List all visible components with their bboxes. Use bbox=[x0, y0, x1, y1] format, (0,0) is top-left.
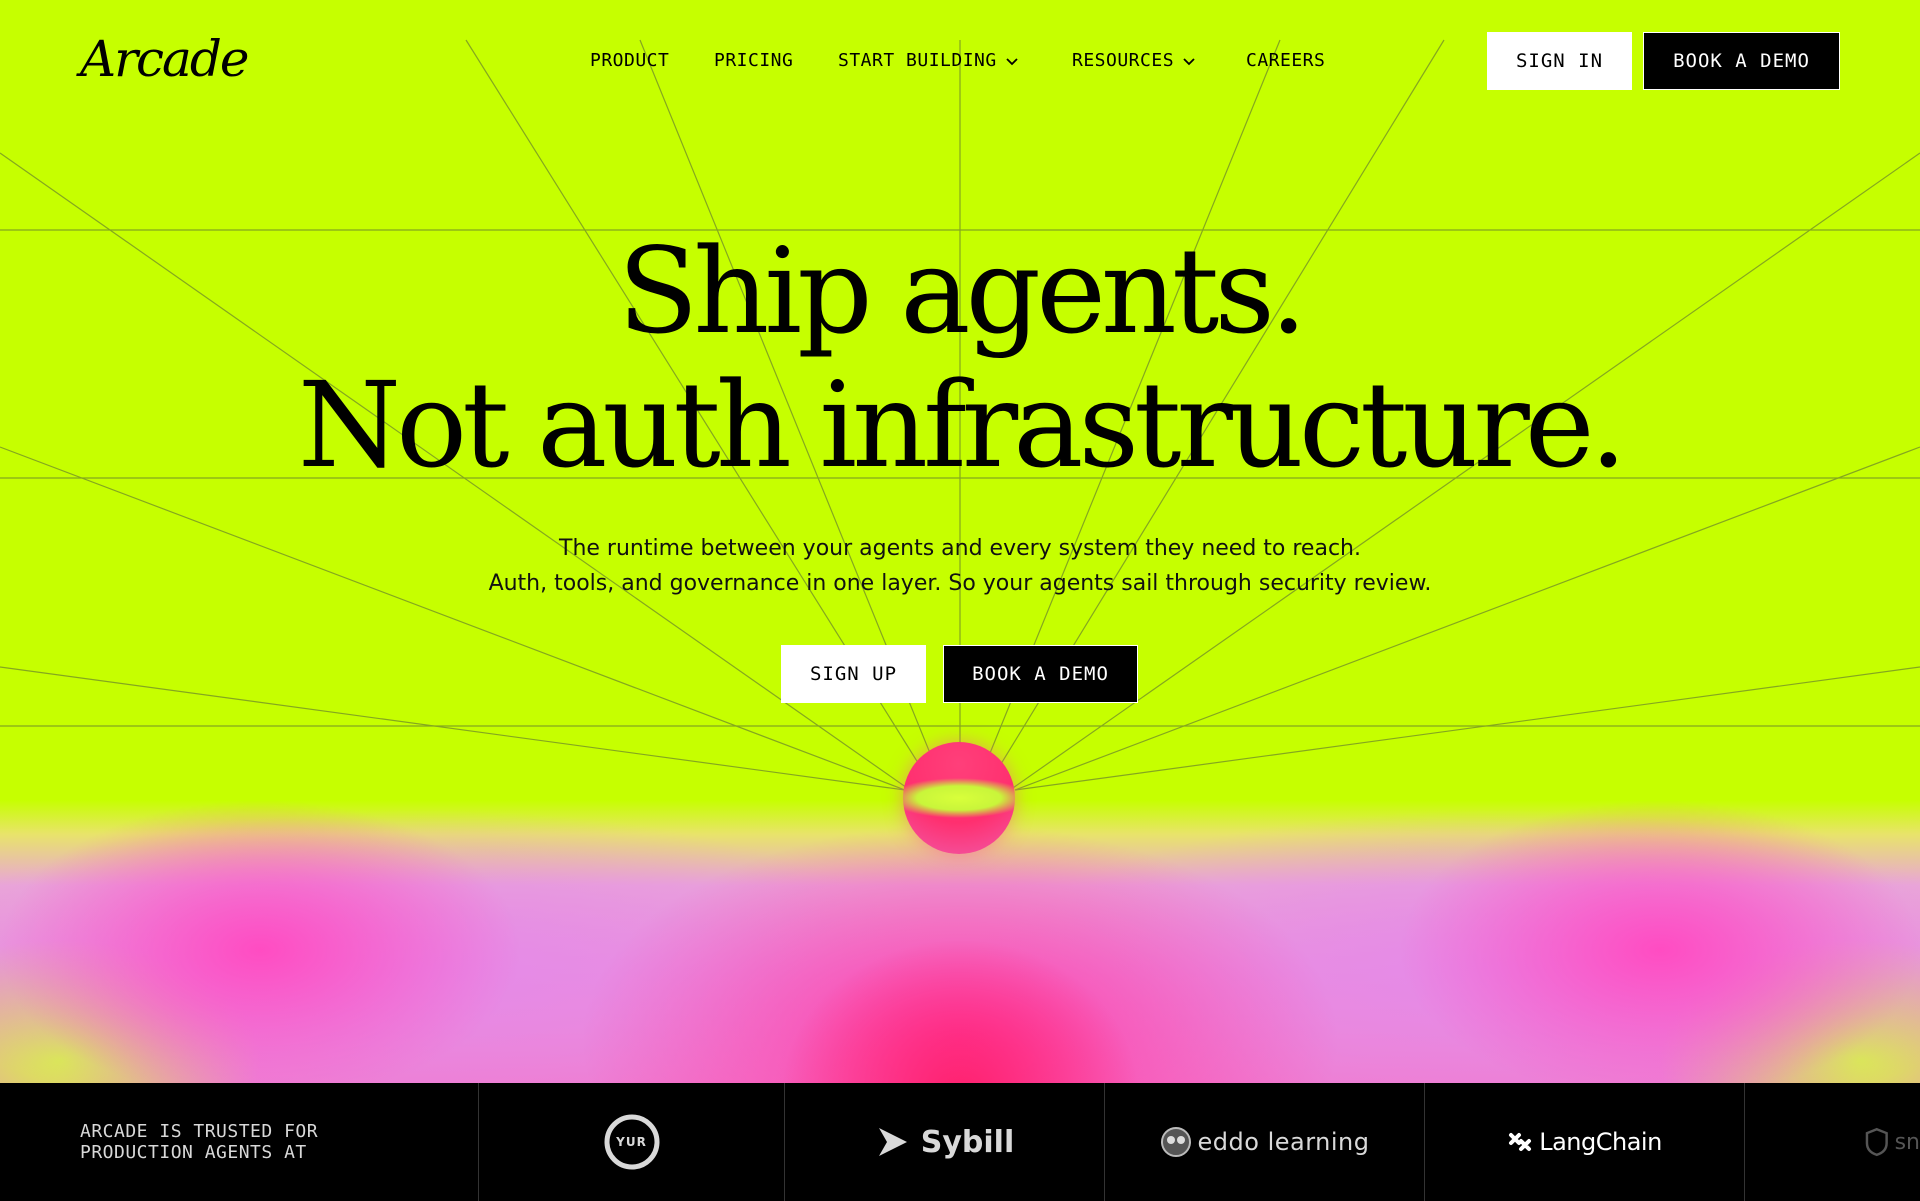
logo-eddo: eddo learning bbox=[1104, 1083, 1424, 1201]
shield-logo-icon bbox=[1865, 1127, 1888, 1157]
trusted-strip: ARCADE IS TRUSTED FOR PRODUCTION AGENTS … bbox=[0, 1083, 1920, 1201]
nav-careers-label: CAREERS bbox=[1246, 50, 1326, 71]
logo-sybill: Sybill bbox=[784, 1083, 1104, 1201]
nav-resources-label: RESOURCES bbox=[1072, 50, 1175, 71]
nav-product-label: PRODUCT bbox=[590, 50, 670, 71]
nav-start-building[interactable]: START BUILDING bbox=[838, 50, 1019, 71]
langchain-knot-logo-icon bbox=[1509, 1133, 1532, 1151]
langchain-logo-text: LangChain bbox=[1539, 1128, 1662, 1156]
yur-logo-text: YUR bbox=[616, 1135, 647, 1149]
chevron-down-icon bbox=[1006, 57, 1018, 65]
nav-book-demo-button[interactable]: BOOK A DEMO bbox=[1643, 32, 1840, 90]
hero-subtitle-line1: The runtime between your agents and ever… bbox=[559, 536, 1361, 561]
trusted-label: ARCADE IS TRUSTED FOR PRODUCTION AGENTS … bbox=[80, 1121, 319, 1163]
nav-pricing-label: PRICING bbox=[714, 50, 794, 71]
hero-title-line1: Ship agents. bbox=[617, 222, 1308, 360]
nav-start-building-label: START BUILDING bbox=[838, 50, 997, 71]
hero-subtitle-line2: Auth, tools, and governance in one layer… bbox=[488, 571, 1432, 596]
nav-careers[interactable]: CAREERS bbox=[1246, 50, 1325, 71]
eddo-logo-text: eddo learning bbox=[1197, 1128, 1370, 1156]
nav-product[interactable]: PRODUCT bbox=[590, 50, 669, 71]
hero-book-demo-button[interactable]: BOOK A DEMO bbox=[943, 645, 1138, 703]
hero-orb bbox=[903, 742, 1015, 854]
page: Arcade PRODUCT PRICING START BUILDING RE… bbox=[0, 0, 1920, 1201]
chevron-down-icon bbox=[1183, 57, 1195, 65]
eddo-owl-logo-icon bbox=[1160, 1127, 1191, 1157]
sign-up-button[interactable]: SIGN UP bbox=[781, 645, 926, 703]
hero-title-line2: Not auth infrastructure. bbox=[297, 356, 1627, 494]
logo-yur: YUR bbox=[478, 1083, 784, 1201]
main-nav: PRODUCT PRICING START BUILDING RESOURCES… bbox=[0, 50, 1920, 80]
logo-shield: sn bbox=[1744, 1083, 1920, 1201]
nav-pricing[interactable]: PRICING bbox=[714, 50, 793, 71]
logo-langchain: LangChain bbox=[1424, 1083, 1744, 1201]
sybill-logo-text: Sybill bbox=[920, 1124, 1015, 1160]
sybill-play-logo-icon bbox=[878, 1128, 907, 1156]
shield-logo-text: sn bbox=[1894, 1129, 1920, 1155]
sign-in-button[interactable]: SIGN IN bbox=[1487, 32, 1632, 90]
nav-resources[interactable]: RESOURCES bbox=[1072, 50, 1196, 71]
